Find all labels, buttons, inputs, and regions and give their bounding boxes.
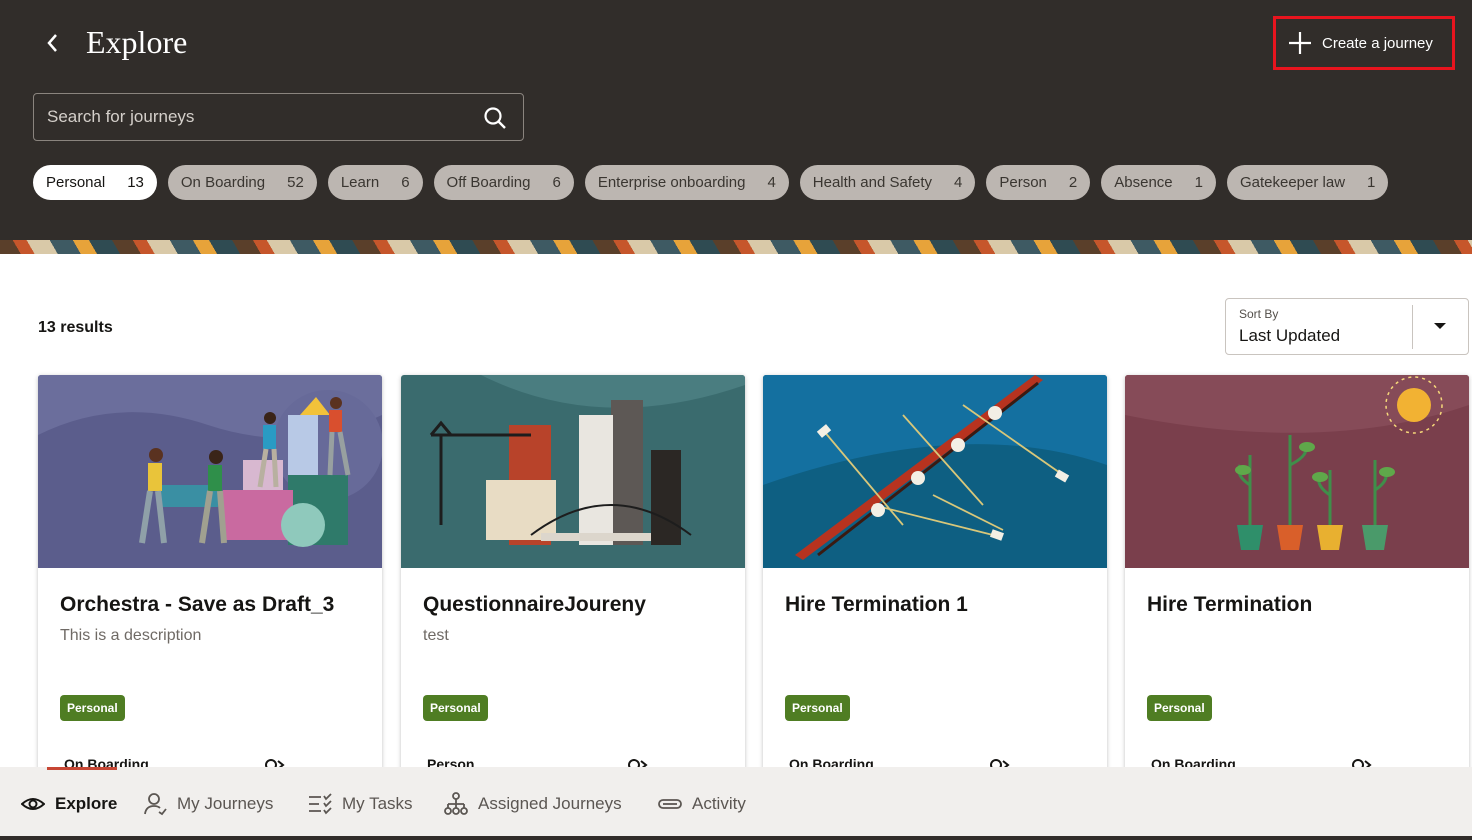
chip-label: Absence <box>1114 174 1173 191</box>
card-badge: Personal <box>785 695 850 721</box>
chip-label: Health and Safety <box>812 174 933 191</box>
rowing-boat-illustration <box>763 375 1107 568</box>
sort-value: Last Updated <box>1239 326 1341 345</box>
chip-personal[interactable]: Personal 13 <box>33 165 157 200</box>
create-journey-label: Create a journey <box>1322 34 1433 52</box>
nav-my-journeys[interactable]: My Journeys <box>143 789 273 819</box>
plus-icon <box>1289 32 1311 54</box>
nav-label: My Tasks <box>342 794 413 813</box>
decorative-pattern-band <box>0 240 1472 254</box>
chip-label: Gatekeeper law <box>1239 174 1346 191</box>
nav-label: My Journeys <box>177 794 274 813</box>
chip-person[interactable]: Person 2 <box>986 165 1091 200</box>
card-title: QuestionnaireJoureny <box>423 593 646 616</box>
chip-absence[interactable]: Absence 1 <box>1101 165 1216 200</box>
chip-label: Learn <box>340 174 380 191</box>
chip-learn[interactable]: Learn 6 <box>327 165 423 200</box>
sort-by-select[interactable]: Sort By Last Updated <box>1225 298 1469 355</box>
chip-label: Personal <box>46 174 106 191</box>
chip-count: 13 <box>127 174 144 191</box>
nav-my-tasks[interactable]: My Tasks <box>308 789 413 819</box>
checklist-icon <box>309 793 332 815</box>
card-title: Orchestra - Save as Draft_3 <box>60 593 335 616</box>
nav-explore[interactable]: Explore <box>21 789 117 819</box>
card-description: This is a description <box>60 627 202 644</box>
results-count: 13 results <box>38 319 113 336</box>
nav-label: Assigned Journeys <box>478 794 622 813</box>
chip-count: 4 <box>767 174 776 191</box>
chip-label: On Boarding <box>180 174 266 191</box>
chevron-left-icon <box>47 34 57 52</box>
nav-assigned-journeys[interactable]: Assigned Journeys <box>444 789 622 819</box>
chip-enterprise-onboarding[interactable]: Enterprise onboarding 4 <box>584 165 789 200</box>
back-button[interactable] <box>38 28 68 58</box>
journey-card[interactable]: Hire Termination Personal On Boarding <box>1125 375 1469 775</box>
card-title: Hire Termination 1 <box>785 593 968 616</box>
chip-count: 2 <box>1068 174 1078 191</box>
chip-count: 4 <box>954 174 963 191</box>
category-filter-chips: Personal 13 On Boarding 52 Learn 6 Off Boar… <box>33 165 1389 200</box>
card-title: Hire Termination <box>1147 593 1313 616</box>
bottom-navigation: Explore My Journeys My Tasks Assigned Jo… <box>0 767 1472 840</box>
nav-activity[interactable]: Activity <box>658 789 746 819</box>
sort-divider <box>1412 305 1413 349</box>
journey-card[interactable]: QuestionnaireJoureny test Personal Perso… <box>401 375 745 775</box>
journey-card[interactable]: Hire Termination 1 Personal On Boarding <box>763 375 1107 775</box>
activity-icon <box>658 799 682 809</box>
chip-count: 1 <box>1367 174 1376 191</box>
create-journey-button[interactable]: Create a journey <box>1273 16 1455 70</box>
city-skyline-bridge-illustration <box>401 375 745 568</box>
search-icon[interactable] <box>483 106 507 130</box>
page-header: Explore Create a journey Personal 13 On B… <box>0 0 1472 240</box>
search-field <box>33 93 524 141</box>
card-badge: Personal <box>60 695 125 721</box>
journey-card[interactable]: Orchestra - Save as Draft_3 This is a de… <box>38 375 382 775</box>
growing-plants-sun-illustration <box>1125 375 1469 568</box>
caret-down-icon <box>1434 323 1446 329</box>
chip-label: Off Boarding <box>446 174 531 191</box>
chip-label: Enterprise onboarding <box>597 174 746 191</box>
card-badge: Personal <box>423 695 488 721</box>
card-description: test <box>423 627 449 644</box>
person-icon <box>144 793 167 816</box>
sort-label: Sort By <box>1239 307 1279 321</box>
hierarchy-icon <box>444 792 468 815</box>
nav-label: Activity <box>692 794 746 813</box>
chip-label: Person <box>999 174 1047 191</box>
nav-label: Explore <box>55 794 118 813</box>
chip-count: 6 <box>552 174 561 191</box>
eye-icon <box>21 798 45 810</box>
chip-count: 1 <box>1194 174 1203 191</box>
people-building-blocks-illustration <box>38 375 382 568</box>
chip-gatekeeper-law[interactable]: Gatekeeper law 1 <box>1226 165 1389 200</box>
card-badge: Personal <box>1147 695 1212 721</box>
page-title: Explore <box>86 24 188 60</box>
chip-off-boarding[interactable]: Off Boarding 6 <box>433 165 574 200</box>
chip-count: 52 <box>287 174 304 191</box>
search-input[interactable] <box>34 94 474 140</box>
active-tab-indicator <box>47 767 117 770</box>
chip-count: 6 <box>401 174 410 191</box>
chip-health-and-safety[interactable]: Health and Safety 4 <box>799 165 976 200</box>
chip-on-boarding[interactable]: On Boarding 52 <box>167 165 317 200</box>
